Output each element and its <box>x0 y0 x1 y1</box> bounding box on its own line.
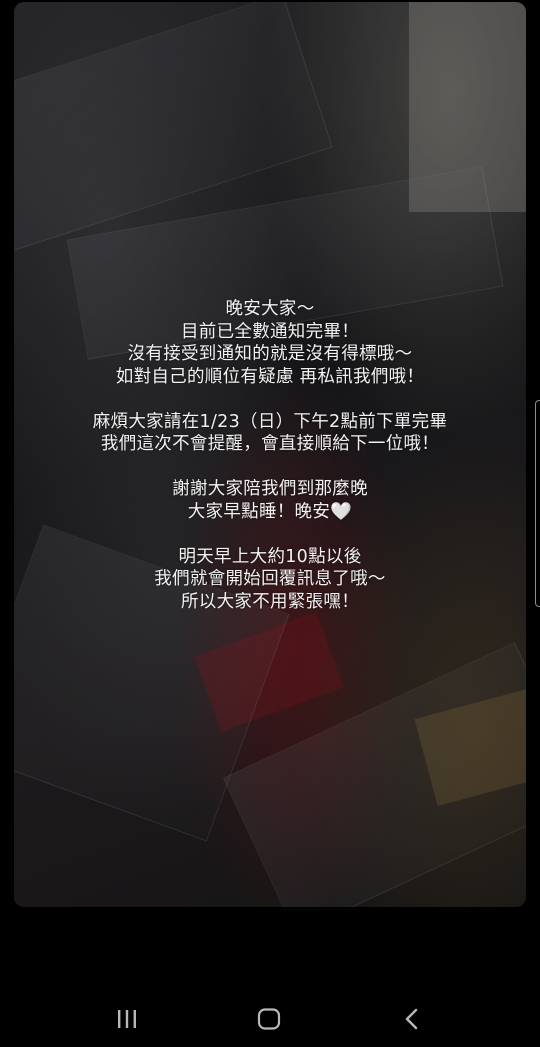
story-line: 麻煩大家請在1/23（日）下午2點前下單完畢 <box>92 411 448 432</box>
back-icon <box>405 1008 418 1030</box>
story-line: 我們這次不會提醒，會直接順給下一位哦！ <box>100 434 440 454</box>
story-line-gap <box>14 523 526 546</box>
story-line: 如對自己的順位有疑慮 再私訊我們哦！ <box>115 366 425 387</box>
system-navigation-bar <box>0 990 540 1047</box>
story-line: 明天早上大約10點以後 <box>178 546 362 567</box>
home-button[interactable] <box>249 1006 289 1032</box>
story-line: 所以大家不用緊張嘿！ <box>181 591 359 612</box>
home-icon <box>257 1008 281 1030</box>
story-line-gap <box>14 388 526 411</box>
story-line: 目前已全數通知完畢！ <box>181 321 359 342</box>
back-button[interactable] <box>392 1006 432 1032</box>
story-line-gap <box>14 456 526 479</box>
story-line: 我們就會開始回覆訊息了哦～ <box>154 569 386 589</box>
story-line: 晚安大家～ <box>225 299 315 319</box>
edge-panel-handle[interactable] <box>535 400 540 607</box>
story-line: 謝謝大家陪我們到那麼晚 <box>172 479 368 499</box>
story-line: 沒有接受到通知的就是沒有得標哦～ <box>127 344 413 364</box>
recent-apps-icon <box>118 1010 136 1028</box>
story-line: 大家早點睡！晚安🤍 <box>187 501 353 522</box>
recent-apps-button[interactable] <box>107 1006 147 1032</box>
story-card[interactable]: 晚安大家～ 目前已全數通知完畢！ 沒有接受到通知的就是沒有得標哦～ 如對自己的順… <box>14 2 526 907</box>
story-text: 晚安大家～ 目前已全數通知完畢！ 沒有接受到通知的就是沒有得標哦～ 如對自己的順… <box>14 298 526 613</box>
